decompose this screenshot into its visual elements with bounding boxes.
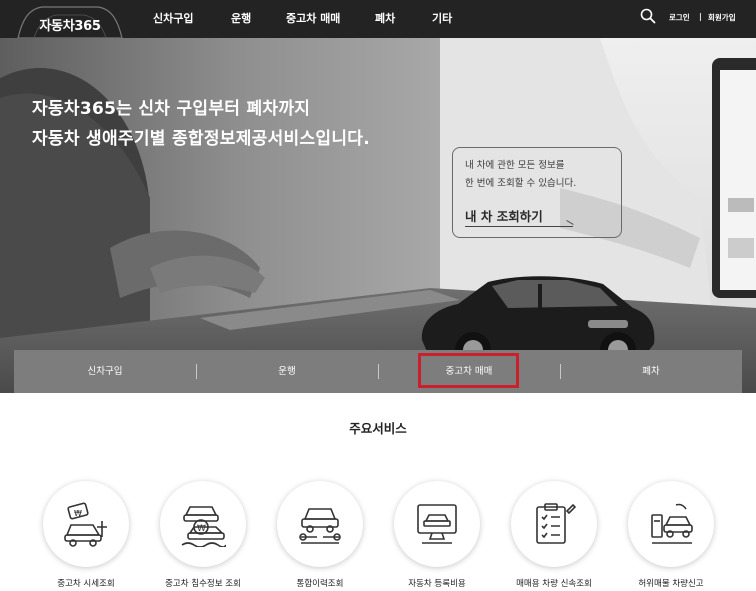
service-circle — [628, 481, 714, 567]
category-new-car[interactable]: 신차구입 — [14, 350, 196, 393]
hero-headline-2: 자동차 생애주기별 종합정보제공서비스입니다. — [32, 129, 370, 149]
service-circle — [277, 481, 363, 567]
my-car-lookup-button[interactable]: 내 차 조회하기 — [465, 206, 543, 225]
nav-scrap[interactable]: 폐차 — [375, 10, 395, 26]
login-link[interactable]: 로그인 — [669, 12, 690, 23]
service-label: 자동차 등록비용 — [408, 579, 466, 589]
arrow-icon — [566, 220, 574, 225]
category-bar: 신차구입 운행 중고차 매매 폐차 — [14, 350, 742, 393]
nav-used-car[interactable]: 중고차 매매 — [286, 10, 340, 26]
selected-category-highlight — [418, 353, 519, 388]
nav-separator: | — [699, 12, 702, 21]
checklist-icon — [536, 503, 577, 544]
search-icon[interactable] — [640, 8, 656, 24]
hero-banner: 자동차365는 신차 구입부터 폐차까지 자동차 생애주기별 종합정보제공서비스… — [0, 38, 756, 393]
cta-underline — [465, 226, 573, 227]
svg-text:₩: ₩ — [74, 509, 82, 518]
nav-etc[interactable]: 기타 — [432, 10, 452, 26]
hero-photo — [0, 38, 756, 393]
service-label: 중고차 침수정보 조회 — [165, 579, 241, 589]
info-text-2: 한 번에 조회할 수 있습니다. — [465, 178, 577, 189]
service-label: 매매용 차량 신속조회 — [516, 579, 592, 589]
car-price-icon: ₩ — [64, 502, 107, 547]
nav-driving[interactable]: 운행 — [231, 10, 251, 26]
service-label: 허위매물 차량신고 — [638, 579, 704, 589]
car-report-icon — [651, 503, 693, 544]
logo[interactable]: 자동차365 — [16, 3, 124, 38]
car-repair-icon — [299, 508, 341, 544]
info-text-1: 내 차에 관한 모든 정보를 — [465, 160, 565, 171]
nav-new-car[interactable]: 신차구입 — [153, 10, 193, 26]
logo-text: 자동차365 — [39, 19, 101, 34]
service-label: 중고차 시세조회 — [57, 579, 115, 589]
computer-registration-icon — [417, 504, 457, 544]
services-title: 주요서비스 — [349, 421, 407, 436]
service-circle: ₩ — [43, 481, 129, 567]
my-car-lookup-box[interactable]: 내 차에 관한 모든 정보를 한 번에 조회할 수 있습니다. 내 차 조회하기 — [452, 147, 622, 238]
signup-link[interactable]: 회원가입 — [708, 12, 736, 23]
top-navigation: 자동차365 신차구입 운행 중고차 매매 폐차 기타 로그인 | 회원가입 — [0, 0, 756, 38]
service-label: 통합이력조회 — [296, 579, 344, 589]
flooded-car-icon: ₩ — [181, 506, 226, 547]
service-circle — [511, 481, 597, 567]
category-driving[interactable]: 운행 — [196, 350, 378, 393]
service-circle — [394, 481, 480, 567]
category-scrap[interactable]: 폐차 — [560, 350, 742, 393]
hero-headline-1: 자동차365는 신차 구입부터 폐차까지 — [32, 99, 311, 119]
service-circle: ₩ — [160, 481, 246, 567]
